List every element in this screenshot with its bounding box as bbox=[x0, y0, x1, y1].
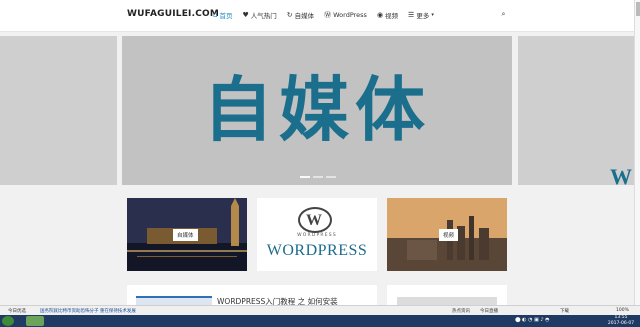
status-download[interactable]: 下载 bbox=[560, 308, 569, 314]
start-button-icon[interactable] bbox=[2, 316, 14, 326]
category-card-self-media[interactable]: 自媒体 bbox=[127, 198, 247, 271]
nav-more[interactable]: ☰ 更多 ▾ bbox=[408, 10, 434, 20]
status-live[interactable]: 今日直播 bbox=[480, 308, 498, 314]
search-icon[interactable]: ⌕ bbox=[498, 9, 509, 20]
windows-taskbar: ⬤ ◐ ◔ ▣ ♪ ◓ 13:55 2017-06-07 bbox=[0, 315, 640, 327]
slide-next-peek-text: W bbox=[610, 164, 632, 185]
category-label: 自媒体 bbox=[173, 229, 198, 241]
video-icon: ◉ bbox=[376, 11, 384, 19]
top-navbar: WUFAGUILEI.COM ⌂ 首页 ♥ 人气热门 ↻ 自媒体 Ⓦ WordP… bbox=[0, 0, 640, 32]
wordpress-wordmark: WORDPRESS bbox=[266, 242, 368, 259]
status-zoom[interactable]: 100% bbox=[616, 308, 629, 313]
status-today-picks[interactable]: 今日优选 bbox=[8, 308, 26, 314]
taskbar-browser-icon[interactable] bbox=[26, 316, 44, 326]
nav-wordpress-label: WordPress bbox=[333, 11, 367, 19]
nav-video[interactable]: ◉ 视频 bbox=[377, 10, 398, 20]
category-label: 视频 bbox=[439, 229, 459, 241]
nav-more-label: 更多 bbox=[416, 12, 430, 20]
system-tray[interactable]: ⬤ ◐ ◔ ▣ ♪ ◓ bbox=[515, 317, 550, 323]
menu-icon: ☰ bbox=[408, 11, 415, 19]
slide-next[interactable]: W bbox=[518, 36, 640, 185]
wordpress-logo-letter: W bbox=[306, 212, 322, 229]
status-hot-news[interactable]: 热点资讯 bbox=[452, 308, 470, 314]
hero-slider[interactable]: 自媒体 W bbox=[0, 36, 640, 185]
slider-dot[interactable] bbox=[313, 176, 323, 178]
slider-dot[interactable] bbox=[300, 176, 310, 178]
slide-current[interactable]: 自媒体 bbox=[122, 36, 512, 185]
nav-wordpress[interactable]: Ⓦ WordPress bbox=[324, 10, 367, 20]
home-icon: ⌂ bbox=[213, 11, 218, 19]
site-logo[interactable]: WUFAGUILEI.COM bbox=[127, 9, 219, 19]
scrollbar-thumb[interactable] bbox=[636, 2, 640, 16]
slide-prev[interactable] bbox=[0, 36, 117, 185]
slider-pagination bbox=[300, 176, 336, 178]
nav-home-label: 首页 bbox=[219, 12, 233, 20]
nav-popular-label: 人气热门 bbox=[250, 12, 277, 20]
clock-date: 2017-06-07 bbox=[607, 321, 635, 326]
heart-icon: ♥ bbox=[242, 11, 249, 19]
chevron-down-icon: ▾ bbox=[431, 12, 434, 18]
main-nav: ⌂ 首页 ♥ 人气热门 ↻ 自媒体 Ⓦ WordPress ◉ 视频 ☰ 更多 … bbox=[213, 10, 444, 20]
nav-self-media-label: 自媒体 bbox=[294, 12, 315, 20]
taskbar-clock[interactable]: 13:55 2017-06-07 bbox=[606, 315, 636, 327]
page-scrollbar[interactable] bbox=[634, 0, 640, 316]
nav-popular[interactable]: ♥ 人气热门 bbox=[242, 10, 276, 20]
nav-home[interactable]: ⌂ 首页 bbox=[213, 10, 232, 20]
category-card-video[interactable]: 视频 bbox=[387, 198, 507, 271]
refresh-icon: ↻ bbox=[286, 11, 293, 19]
nav-self-media[interactable]: ↻ 自媒体 bbox=[287, 10, 314, 20]
wordpress-icon: Ⓦ bbox=[324, 11, 332, 19]
slide-heading: 自媒体 bbox=[203, 69, 431, 151]
category-card-wordpress[interactable]: W WORDPRESS WORDPRESS bbox=[257, 198, 377, 271]
slider-dot[interactable] bbox=[326, 176, 336, 178]
nav-video-label: 视频 bbox=[385, 12, 399, 20]
wordpress-small-text: WORDPRESS bbox=[297, 233, 337, 238]
status-news-link[interactable]: 国务院就比特币资助恐怖分子 重在保持技术发展 bbox=[40, 308, 136, 314]
